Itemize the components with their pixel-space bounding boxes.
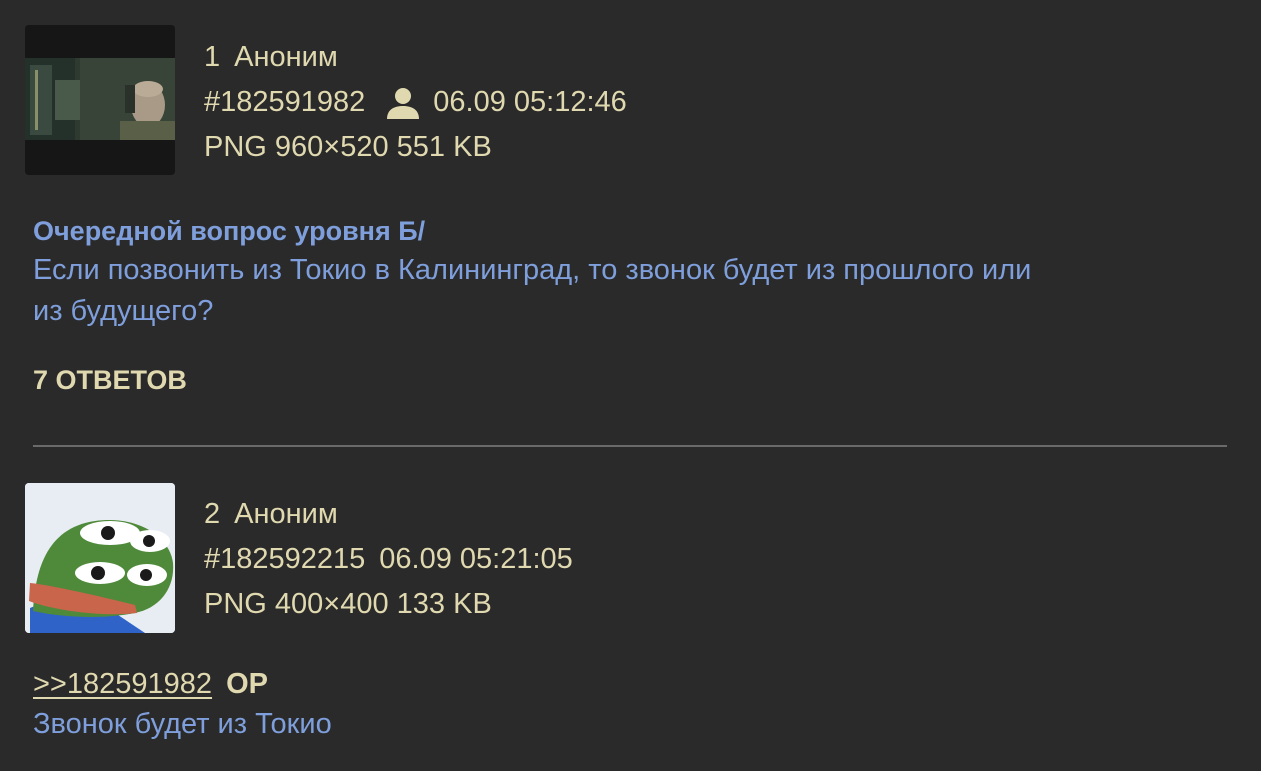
file-info-row: PNG 960×520 551 KB [204,125,627,170]
replies-button[interactable]: 7 ОТВЕТОВ [33,365,187,396]
post-id-row: #182591982 06.09 05:12:46 [204,80,627,125]
post-body-line: из будущего? [33,295,214,327]
post-datetime: 06.09 05:21:05 [379,543,573,575]
post-body-line: Звонок будет из Токио [33,708,332,740]
post-author: Аноним [234,498,338,530]
post-body-line: Если позвонить из Токио в Калининград, т… [33,254,1032,286]
post-id[interactable]: #182591982 [204,80,365,125]
op-badge: OP [226,668,268,700]
thread-view: 1 Аноним #182591982 06.09 05:12:46 PNG 9… [0,0,1261,771]
file-info: PNG 960×520 551 KB [204,131,492,163]
file-info: PNG 400×400 133 KB [204,588,492,620]
post-subject: Очередной вопрос уровня Б/ [33,216,426,246]
post-meta: 2 Аноним #182592215 06.09 05:21:05 PNG 4… [204,492,573,627]
user-icon [383,83,423,123]
pepe-frog-thumbnail [25,483,175,633]
post-content: >>182591982 OP Звонок будет из Токио [33,664,1223,745]
soldier-photo-thumbnail [25,25,175,175]
post-meta: 1 Аноним #182591982 06.09 05:12:46 PNG 9… [204,35,627,170]
post-header: 2 Аноним [204,492,573,537]
reply-link[interactable]: >>182591982 [33,668,212,700]
post-author: Аноним [234,41,338,73]
post-thumbnail[interactable] [25,25,175,175]
post-datetime: 06.09 05:12:46 [433,86,627,118]
post-thumbnail[interactable] [25,483,175,633]
post-id[interactable]: #182592215 [204,537,365,582]
reply-reference: >>182591982 OP [33,664,1223,704]
post-header: 1 Аноним [204,35,627,80]
post-number: 1 [204,41,221,73]
post-number: 2 [204,498,221,530]
post-content: Очередной вопрос уровня Б/ Если позвонит… [33,212,1223,332]
post-id-row: #182592215 06.09 05:21:05 [204,537,573,582]
post-divider [33,445,1227,447]
file-info-row: PNG 400×400 133 KB [204,582,573,627]
